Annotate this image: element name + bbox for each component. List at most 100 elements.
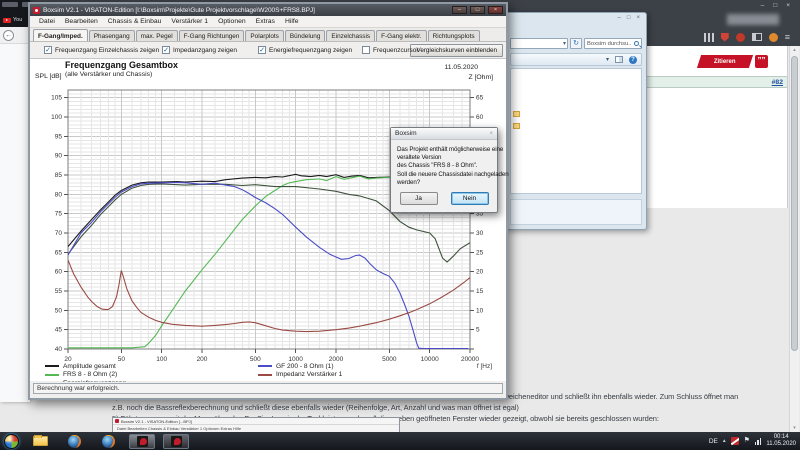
close-icon[interactable]: × — [488, 6, 503, 14]
explorer-icon — [33, 436, 48, 446]
tab-f-gang-richtungen[interactable]: F-Gang Richtungen — [179, 30, 245, 41]
desktop: – □ × ≡ Zitieren ”” #82 ▴ ▾ 4) Nun öffne… — [0, 0, 800, 450]
compare-curves-button[interactable]: Vergleichskurven einblenden — [410, 44, 503, 57]
taskbar-item-firefox-1[interactable] — [61, 434, 87, 449]
tab-polarplots[interactable]: Polarplots — [245, 30, 283, 41]
checkbox-box-icon[interactable]: ✓ — [162, 46, 170, 54]
tab-einzelchassis[interactable]: Einzelchassis — [326, 30, 375, 41]
language-indicator[interactable]: DE — [709, 438, 718, 445]
chevron-down-icon[interactable]: ▾ — [563, 40, 566, 47]
close-icon[interactable]: × — [489, 131, 493, 137]
y-axis-tick-label: 45 — [55, 327, 63, 334]
post-number-link[interactable]: #82 — [772, 79, 783, 86]
partial-tab[interactable] — [2, 2, 18, 7]
checkbox-impedanzgang-zeigen[interactable]: ✓Impedanzgang zeigen — [162, 46, 237, 54]
x-axis-tick-label: 100 — [156, 356, 167, 363]
page-scrollbar[interactable]: ▴ ▾ — [789, 46, 799, 432]
dialog-message-line: Soll die neuere Chassisdatei nachgeladen — [397, 171, 491, 179]
antivirus-icon[interactable] — [731, 437, 739, 445]
library-icon[interactable] — [704, 33, 714, 42]
file-icon[interactable] — [513, 111, 520, 117]
file-list[interactable] — [510, 68, 642, 194]
scroll-up-icon[interactable]: ▴ — [790, 46, 799, 54]
tab-f-gang-elektr[interactable]: F-Gang elektr. — [376, 30, 427, 41]
maximize-icon[interactable]: □ — [470, 6, 485, 14]
account-icon[interactable] — [769, 33, 778, 42]
firefox-icon — [102, 435, 115, 448]
tray-date: 11.05.2020 — [766, 441, 796, 448]
view-options-icon[interactable]: ▾ — [606, 56, 609, 63]
taskbar-item-explorer[interactable] — [27, 434, 53, 449]
boxsim-taskbar-icon — [137, 436, 148, 447]
tab-f-gang-imped[interactable]: F-Gang/Imped. — [33, 29, 88, 41]
back-arrow-icon[interactable]: ← — [3, 30, 14, 41]
clock[interactable]: 00:14 11.05.2020 — [766, 434, 796, 448]
search-input[interactable]: Boxsim durchsu... — [587, 41, 632, 47]
checkbox-box-icon[interactable] — [362, 46, 370, 54]
maximize-icon[interactable]: □ — [773, 2, 777, 9]
network-icon[interactable] — [755, 437, 762, 445]
title-bar[interactable]: Boxsim V2.1 - VISATON-Edition [I:\Boxsim… — [30, 4, 506, 16]
shield-icon[interactable] — [721, 33, 729, 42]
taskbar-item-firefox-2[interactable] — [95, 434, 121, 449]
tab-youtube[interactable]: You — [3, 17, 22, 23]
explorer-window-controls: – □ × — [618, 15, 640, 21]
dialog-button-ja[interactable]: Ja — [400, 192, 438, 205]
minimize-icon[interactable]: – — [618, 15, 621, 21]
search-box[interactable]: Boxsim durchsu... — [584, 38, 642, 49]
forum-post: Zitieren ”” #82 — [646, 46, 788, 208]
menu-item-datei[interactable]: Datei — [34, 18, 60, 25]
chart: Frequenzgang Gesamtbox (alle Verstärker … — [30, 59, 506, 381]
minimize-icon[interactable]: – — [452, 6, 467, 14]
browser-window-controls: – □ × — [761, 2, 790, 9]
menu-item-optionen[interactable]: Optionen — [213, 18, 251, 25]
taskbar-item-boxsim-2[interactable] — [163, 434, 189, 449]
start-orb-icon[interactable] — [4, 434, 19, 449]
menu-hamburger-icon[interactable]: ≡ — [785, 33, 790, 42]
minimize-icon[interactable]: – — [761, 2, 765, 9]
action-center-flag-icon[interactable]: ⚑ — [744, 437, 750, 445]
checkbox-frequenzcursor[interactable]: Frequenzcursor — [362, 46, 419, 54]
chart-plot: 4045550105515602065257030753580408545905… — [30, 81, 506, 371]
tab-max-pegel[interactable]: max. Pegel — [136, 30, 178, 41]
dialog-button-nein[interactable]: Nein — [451, 192, 489, 205]
close-icon[interactable]: × — [786, 2, 790, 9]
preview-pane-icon[interactable] — [615, 56, 623, 63]
chart-legend-column-2: GF 200 - 8 Ohm (1)Impedanz Verstärker 1 — [258, 362, 342, 379]
search-icon — [634, 41, 639, 46]
help-icon[interactable]: ? — [629, 56, 637, 64]
sidebar-icon[interactable] — [752, 33, 762, 41]
tab-bündelung[interactable]: Bündelung — [285, 30, 326, 41]
scroll-down-icon[interactable]: ▾ — [790, 424, 799, 432]
menu-item-bearbeiten[interactable]: Bearbeiten — [60, 18, 103, 25]
legend-item-impedanz-verstärker-1: Impedanz Verstärker 1 — [258, 371, 342, 380]
checkbox-box-icon[interactable]: ✓ — [258, 46, 266, 54]
close-icon[interactable]: × — [636, 15, 640, 21]
youtube-icon — [3, 18, 11, 23]
menu-item-chassis-einbau[interactable]: Chassis & Einbau — [103, 18, 167, 25]
zitieren-button[interactable]: Zitieren — [697, 55, 753, 68]
blurred-url-area — [727, 14, 779, 25]
tray-expand-icon[interactable]: ▴ — [723, 438, 726, 444]
embedded-screenshot: Boxsim V2.1 - VISATON-Edition [...BPJ] D… — [112, 417, 400, 432]
taskbar-item-boxsim-1[interactable] — [129, 434, 155, 449]
refresh-icon[interactable]: ↻ — [570, 38, 582, 49]
menu-item-verstärker-1[interactable]: Verstärker 1 — [166, 18, 213, 25]
tab-richtungsplots[interactable]: Richtungsplots — [428, 30, 480, 41]
quote-icon[interactable]: ”” — [755, 55, 768, 68]
dialog-title-bar[interactable]: Boxsim × — [391, 128, 497, 140]
address-combo[interactable]: ▾ — [510, 38, 568, 49]
file-icon[interactable] — [513, 123, 520, 129]
checkbox-label: Frequenzcursor — [373, 47, 419, 54]
adblock-icon[interactable] — [736, 33, 745, 42]
maximize-icon[interactable]: □ — [627, 15, 631, 21]
status-bar: Berechnung war erfolgreich. — [32, 382, 504, 395]
tab-phasengang[interactable]: Phasengang — [89, 30, 135, 41]
menu-item-extras[interactable]: Extras — [251, 18, 280, 25]
checkbox-frequenzgang-einzelchassis-zeigen[interactable]: ✓Frequenzgang Einzelchassis zeigen — [44, 46, 159, 54]
menu-item-hilfe[interactable]: Hilfe — [280, 18, 304, 25]
checkbox-box-icon[interactable]: ✓ — [44, 46, 52, 54]
scrollbar-thumb[interactable] — [791, 56, 798, 351]
embedded-screenshot-titlebar: Boxsim V2.1 - VISATON-Edition [...BPJ] — [113, 418, 399, 425]
checkbox-energiefrequenzgang-zeigen[interactable]: ✓Energiefrequenzgang zeigen — [258, 46, 352, 54]
